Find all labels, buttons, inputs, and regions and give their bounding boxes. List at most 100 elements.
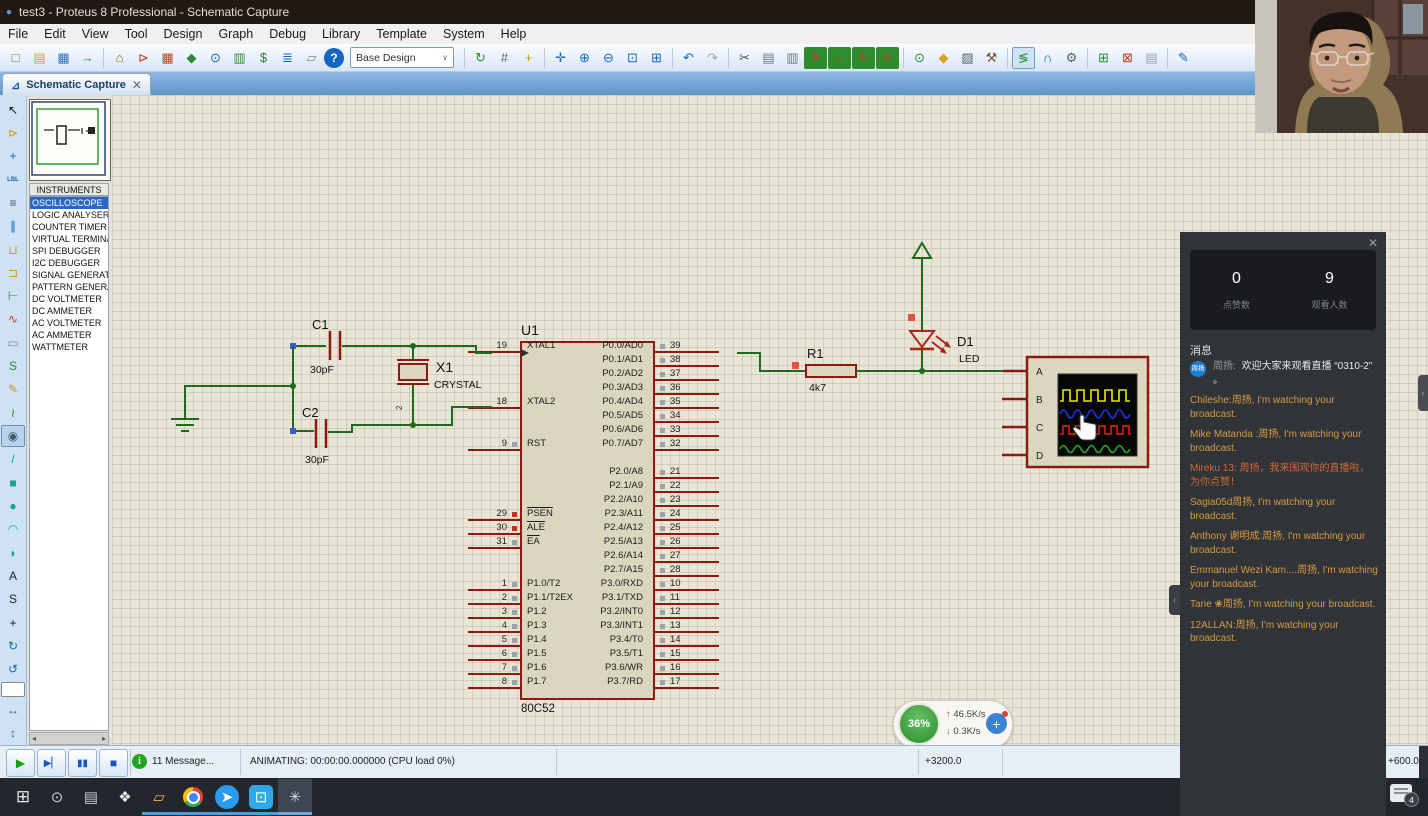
menu-item[interactable]: Library (314, 25, 368, 43)
instrument-item[interactable]: VIRTUAL TERMINAL (30, 233, 108, 245)
play-button[interactable]: ▶ (6, 749, 35, 777)
info-icon[interactable]: i (132, 754, 147, 769)
2d-path-icon[interactable]: ◗ (1, 542, 25, 563)
memory-percent-badge[interactable]: 36% (898, 703, 940, 745)
2d-text-icon[interactable]: A (1, 565, 25, 586)
2d-line-icon[interactable]: / (1, 449, 25, 470)
redraw-icon[interactable]: ↻ (469, 47, 492, 69)
tab-schematic-capture[interactable]: ⊿ Schematic Capture ✕ (2, 73, 151, 96)
network-monitor-overlay[interactable]: 36% ↑ 46.5K/s ↓ 0.3K/s + (893, 700, 1013, 749)
gerber-viewer-icon[interactable]: ⊙ (204, 47, 227, 69)
pick-device-icon[interactable]: ⊙ (908, 47, 931, 69)
device-pins-mode-icon[interactable]: ⊢ (1, 286, 25, 307)
webcam-overlay[interactable] (1255, 0, 1428, 133)
instrument-item[interactable]: PATTERN GENERATOR (30, 281, 108, 293)
pause-button[interactable]: ▮▮ (68, 749, 97, 777)
tape-recorder-mode-icon[interactable]: ▭ (1, 332, 25, 353)
wire-autorouter-icon[interactable]: ≶ (1012, 47, 1035, 69)
text-script-mode-icon[interactable]: ≡ (1, 192, 25, 213)
step-button[interactable]: ▶▏ (37, 749, 66, 777)
new-project-icon[interactable]: □ (4, 47, 27, 69)
zoom-all-icon[interactable]: ⊞ (645, 47, 668, 69)
chat-message-list[interactable]: 周扬 周扬: 欢迎大家来观看直播 “0310-2” 。 Chileshe:周扬,… (1190, 360, 1378, 808)
menu-item[interactable]: Debug (261, 25, 314, 43)
buses-mode-icon[interactable]: ∥ (1, 216, 25, 237)
2d-symbol-icon[interactable]: S (1, 589, 25, 610)
open-project-icon[interactable]: ▤ (28, 47, 51, 69)
design-selector-dropdown[interactable]: Base Design ∨ (350, 47, 454, 68)
redo-icon[interactable]: ↷ (701, 47, 724, 69)
wire-label-mode-icon[interactable]: LBL (1, 169, 25, 190)
help-icon[interactable]: ? (324, 48, 344, 68)
selection-pointer-icon[interactable]: ↖ (1, 99, 25, 120)
block-delete-icon[interactable]: ✕ (876, 47, 899, 69)
message-count[interactable]: 11 Message... (152, 756, 214, 767)
search-button[interactable]: ⊙ (40, 779, 74, 815)
virtual-instruments-mode-icon[interactable]: ◉ (1, 425, 25, 446)
proteus-app[interactable]: ✳ (278, 779, 312, 815)
make-device-icon[interactable]: ◆ (932, 47, 955, 69)
paste-icon[interactable]: ▥ (781, 47, 804, 69)
start-button[interactable]: ⊞ (6, 779, 40, 815)
scroll-left-icon[interactable]: ◂ (32, 734, 36, 743)
tab-close-icon[interactable]: ✕ (132, 78, 142, 92)
task-view-button[interactable]: ▤ (74, 779, 108, 815)
electrical-rule-check-icon[interactable]: ✎ (1172, 47, 1195, 69)
graph-mode-icon[interactable]: ∿ (1, 309, 25, 330)
recorder-app[interactable]: ⊡ (244, 779, 278, 815)
home-page-icon[interactable]: ⌂ (108, 47, 131, 69)
instrument-item[interactable]: I2C DEBUGGER (30, 257, 108, 269)
decompose-icon[interactable]: ⚒ (980, 47, 1003, 69)
chrome-browser-app[interactable] (176, 779, 210, 815)
menu-item[interactable]: Template (368, 25, 435, 43)
messenger-app[interactable]: ➤ (210, 779, 244, 815)
subcircuit-mode-icon[interactable]: ⊔ (1, 239, 25, 260)
close-icon[interactable]: ✕ (1368, 236, 1378, 250)
schematic-capture-icon[interactable]: ⊳ (132, 47, 155, 69)
instrument-item[interactable]: AC VOLTMETER (30, 317, 108, 329)
instrument-item[interactable]: SIGNAL GENERATOR (30, 269, 108, 281)
current-probe-mode-icon[interactable]: ≀ (1, 402, 25, 423)
pinwheel-app[interactable]: ❖ (108, 779, 142, 815)
search-tag-icon[interactable]: ∩ (1036, 47, 1059, 69)
copy-icon[interactable]: ▤ (757, 47, 780, 69)
selector-scrollbar[interactable]: ◂ ▸ (29, 732, 109, 745)
goto-sheet-icon[interactable]: ▤ (1140, 47, 1163, 69)
remove-sheet-icon[interactable]: ⊠ (1116, 47, 1139, 69)
menu-item[interactable]: Tool (117, 25, 156, 43)
zoom-in-icon[interactable]: ⊕ (573, 47, 596, 69)
instrument-item[interactable]: DC VOLTMETER (30, 293, 108, 305)
2d-box-icon[interactable]: ■ (1, 472, 25, 493)
menu-item[interactable]: Edit (36, 25, 74, 43)
overview-minimap[interactable] (29, 99, 111, 181)
y-mirror-icon[interactable]: ↕ (1, 723, 25, 744)
instrument-item[interactable]: WATTMETER (30, 341, 108, 353)
toggle-grid-icon[interactable]: # (493, 47, 516, 69)
zoom-out-icon[interactable]: ⊖ (597, 47, 620, 69)
instrument-item[interactable]: AC AMMETER (30, 329, 108, 341)
menu-item[interactable]: System (435, 25, 493, 43)
file-explorer-app[interactable]: ▱ (142, 779, 176, 815)
scroll-right-icon[interactable]: ▸ (102, 734, 106, 743)
2d-arc-icon[interactable]: ◠ (1, 519, 25, 540)
menu-item[interactable]: Help (493, 25, 535, 43)
menu-item[interactable]: View (74, 25, 117, 43)
pcb-layout-icon[interactable]: ▦ (156, 47, 179, 69)
save-project-icon[interactable]: ▦ (52, 47, 75, 69)
design-explorer-icon[interactable]: ▥ (228, 47, 251, 69)
rotate-anticlockwise-icon[interactable]: ↺ (1, 659, 25, 680)
menu-item[interactable]: Graph (210, 25, 261, 43)
block-rotate-icon[interactable]: ↻ (852, 47, 875, 69)
chat-collapse-handle[interactable]: ‹ (1169, 585, 1180, 615)
terminals-mode-icon[interactable]: ⊐ (1, 262, 25, 283)
property-assignment-icon[interactable]: ⚙ (1060, 47, 1083, 69)
undo-icon[interactable]: ↶ (677, 47, 700, 69)
block-copy-icon[interactable]: ▼ (804, 47, 827, 69)
right-edge-handle[interactable]: ‹ (1418, 375, 1428, 411)
simulation-icon[interactable]: ≣ (276, 47, 299, 69)
instrument-item[interactable]: COUNTER TIMER (30, 221, 108, 233)
generator-mode-icon[interactable]: S (1, 355, 25, 376)
2d-circle-icon[interactable]: ● (1, 495, 25, 516)
cut-icon[interactable]: ✂ (733, 47, 756, 69)
zoom-area-icon[interactable]: ⊡ (621, 47, 644, 69)
